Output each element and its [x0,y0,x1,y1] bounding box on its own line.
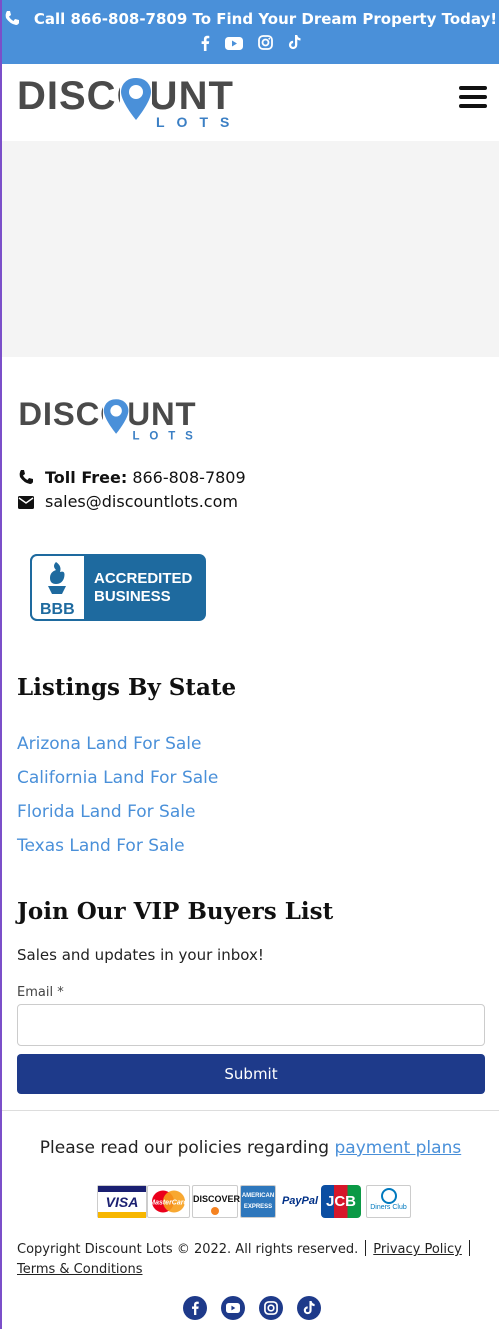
contact-email[interactable]: sales@discountlots.com [45,492,238,511]
footer-tiktok-icon[interactable] [297,1296,321,1320]
state-link-arizona[interactable]: Arizona Land For Sale [17,734,201,754]
bbb-text: ACCREDITED BUSINESS [94,570,193,605]
hamburger-menu-icon[interactable] [459,86,487,114]
envelope-icon [18,496,34,509]
state-link-california[interactable]: California Land For Sale [17,768,218,788]
separator [365,1240,367,1256]
copyright-text: Copyright Discount Lots © 2022. All righ… [17,1242,359,1257]
listings-heading: Listings By State [17,674,237,701]
footer-youtube-icon[interactable] [221,1296,245,1320]
site-logo[interactable]: DISCOUNT LOTS [17,74,245,130]
submit-button[interactable]: Submit [17,1054,485,1094]
discount-lots-logo: DISCOUNT LOTS [18,395,203,443]
discover-card-icon: DISCOVER [192,1185,240,1218]
site-header: DISCOUNT LOTS [2,64,499,141]
phone-icon [19,470,33,484]
toll-free-label: Toll Free: [45,468,128,487]
separator [468,1240,470,1256]
top-social-links [2,34,499,55]
discount-lots-logo: DISCOUNT LOTS [17,74,241,130]
bbb-accredited-badge[interactable]: BBB ACCREDITED BUSINESS [30,554,206,621]
call-text: Call 866-808-7809 To Find Your Dream Pro… [33,10,498,28]
mastercard-icon: MasterCard [147,1185,190,1218]
phone-icon [5,11,19,25]
visa-card-icon: VISA [97,1185,147,1218]
top-announcement-bar: Call 866-808-7809 To Find Your Dream Pro… [2,0,499,64]
payment-methods: VISA MasterCard DISCOVER AMERICAN EXPRES… [97,1185,411,1218]
email-label: Email * [17,985,64,1000]
copyright-line: Copyright Discount Lots © 2022. All righ… [17,1240,487,1280]
svg-text:MasterCard: MasterCard [149,1200,188,1207]
svg-text:LOTS: LOTS [156,114,241,130]
state-link-texas[interactable]: Texas Land For Sale [17,836,185,856]
youtube-icon[interactable] [224,35,243,54]
vip-subtitle: Sales and updates in your inbox! [17,946,264,964]
amex-card-icon: AMERICAN EXPRESS [240,1185,276,1218]
toll-free-line[interactable]: Toll Free: 866-808-7809 [17,468,246,487]
call-banner[interactable]: Call 866-808-7809 To Find Your Dream Pro… [2,10,499,28]
svg-text:LOTS: LOTS [133,431,203,442]
email-input[interactable] [17,1004,485,1046]
diners-club-icon: Diners Club [366,1185,411,1218]
privacy-policy-link[interactable]: Privacy Policy [373,1242,462,1257]
email-line[interactable]: sales@discountlots.com [17,492,238,511]
facebook-icon[interactable] [200,35,210,55]
footer-instagram-icon[interactable] [259,1296,283,1320]
footer-divider [2,1110,499,1111]
policy-text: Please read our policies regarding [39,1138,330,1158]
payment-plans-link[interactable]: payment plans [335,1138,462,1158]
bbb-torch-logo: BBB [30,554,86,621]
tiktok-icon[interactable] [288,35,301,54]
terms-link[interactable]: Terms & Conditions [17,1262,143,1277]
footer-logo[interactable]: DISCOUNT LOTS [17,395,207,443]
svg-text:BBB: BBB [40,601,75,618]
policy-note: Please read our policies regarding payme… [2,1138,499,1158]
paypal-icon: PayPal [281,1195,319,1207]
instagram-icon[interactable] [258,35,273,54]
jcb-card-icon: JCB [321,1185,361,1218]
vip-heading: Join Our VIP Buyers List [17,898,334,925]
state-link-florida[interactable]: Florida Land For Sale [17,802,195,822]
hero-image-placeholder [2,141,499,357]
toll-free-number[interactable]: 866-808-7809 [132,468,245,487]
footer-facebook-icon[interactable] [183,1296,207,1320]
